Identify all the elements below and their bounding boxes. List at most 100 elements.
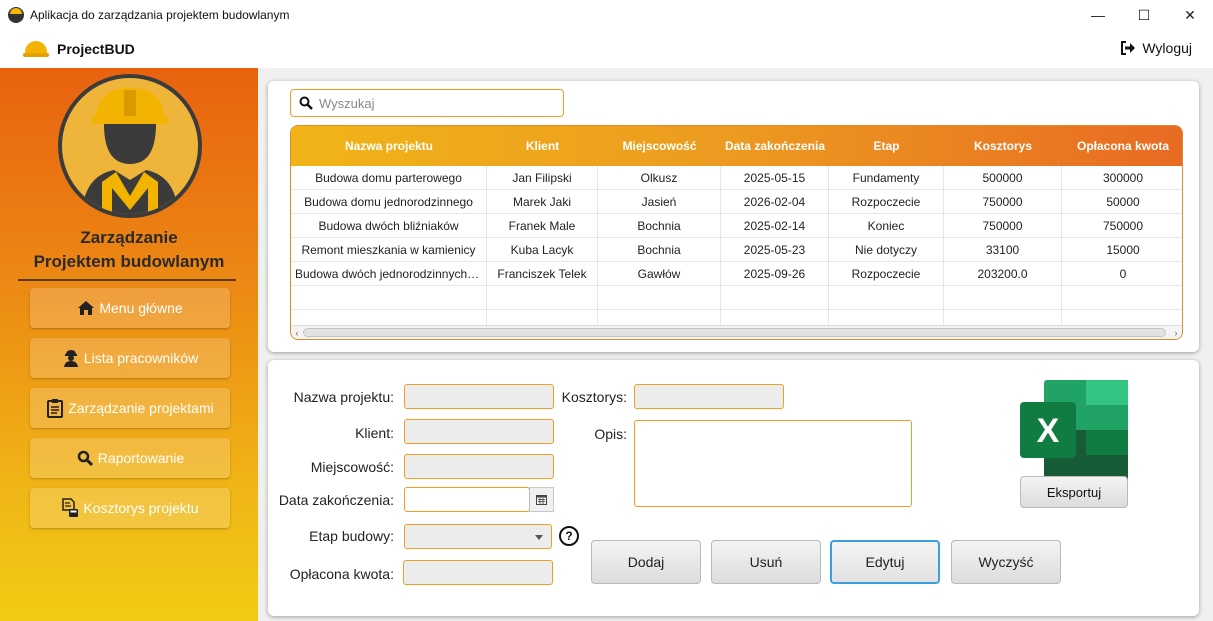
column-header[interactable]: Klient <box>487 126 598 166</box>
add-button[interactable]: Dodaj <box>591 540 701 584</box>
table-header: Nazwa projektu Klient Miejscowość Data zako… <box>291 126 1182 166</box>
excel-export: X Eksportuj <box>1020 380 1128 508</box>
table-cell: Koniec <box>829 214 944 238</box>
export-button[interactable]: Eksportuj <box>1020 476 1128 508</box>
project-name-field[interactable] <box>404 384 554 409</box>
table-row[interactable] <box>291 286 1182 310</box>
sidebar-item-label: Lista pracowników <box>83 350 199 366</box>
clear-button[interactable]: Wyczyść <box>951 540 1061 584</box>
table-row[interactable]: Budowa dwóch bliźniaków Franek Male Bochni… <box>291 214 1182 238</box>
table-cell: 300000 <box>1102 171 1144 185</box>
search-box[interactable] <box>290 89 564 117</box>
horizontal-scrollbar[interactable]: ‹ › <box>291 325 1182 339</box>
date-picker-button[interactable] <box>529 487 554 512</box>
description-textarea[interactable] <box>634 420 912 507</box>
maximize-button[interactable]: ☐ <box>1121 0 1167 30</box>
table-cell: Remont mieszkania w kamienicy <box>291 238 487 262</box>
scrollbar-thumb[interactable] <box>303 328 1166 337</box>
label-end-date: Data zakończenia: <box>278 492 394 508</box>
table-cell: 203200.0 <box>944 262 1062 286</box>
table-cell: 15000 <box>1106 243 1140 257</box>
table-cell: 50000 <box>1106 195 1140 209</box>
scroll-left-icon[interactable]: ‹ <box>291 326 303 339</box>
calendar-icon <box>536 494 547 505</box>
window-controls: — ☐ ✕ <box>1075 0 1213 30</box>
logout-button[interactable]: Wyloguj <box>1120 40 1192 56</box>
table-cell: Budowa dwóch jednorodzinnych domów <box>291 262 487 286</box>
table-cell: 2025-02-14 <box>721 214 829 238</box>
column-header[interactable]: Etap <box>829 126 944 166</box>
excel-letter: X <box>1037 412 1060 450</box>
table-cell: Jasień <box>598 190 721 214</box>
column-header[interactable]: Data zakończenia <box>721 126 829 166</box>
sidebar-item-projects[interactable]: Zarządzanie projektami <box>30 388 230 428</box>
search-input[interactable] <box>319 95 549 111</box>
table-cell: 750000 <box>1102 219 1144 233</box>
town-field[interactable] <box>404 454 554 479</box>
table-cell: Jan Filipski <box>487 166 598 190</box>
estimate-field[interactable] <box>634 384 784 409</box>
sidebar-divider <box>18 279 236 281</box>
help-icon[interactable]: ? <box>559 526 579 546</box>
paid-amount-field[interactable] <box>403 560 553 585</box>
table-cell <box>487 286 598 310</box>
column-header[interactable]: Kosztorys <box>944 126 1062 166</box>
table-cell: 500000 <box>944 166 1062 190</box>
document-calculator-icon <box>61 498 79 517</box>
sidebar-item-estimate[interactable]: Kosztorys projektu <box>30 488 230 528</box>
table-cell: Rozpoczecie <box>829 262 944 286</box>
table-cell: Budowa domu parterowego <box>291 166 487 190</box>
label-description: Opis: <box>594 426 627 442</box>
window-titlebar: Aplikacja do zarządzania projektem budow… <box>0 0 1213 30</box>
delete-button[interactable]: Usuń <box>711 540 821 584</box>
table-row[interactable]: Budowa domu jednorodzinnego Marek Jaki Jas… <box>291 190 1182 214</box>
app-icon <box>8 7 24 23</box>
table-cell: Bochnia <box>598 214 721 238</box>
table-row[interactable]: Budowa domu parterowego Jan Filipski Olkus… <box>291 166 1182 190</box>
table-cell <box>291 286 487 310</box>
table-cell: 33100 <box>944 238 1062 262</box>
table-cell: 2026-02-04 <box>721 190 829 214</box>
worker-avatar-icon <box>58 74 202 218</box>
table-row[interactable]: Remont mieszkania w kamienicy Kuba Lacyk B… <box>291 238 1182 262</box>
minimize-button[interactable]: — <box>1075 0 1121 30</box>
column-header[interactable]: Nazwa projektu <box>291 126 487 166</box>
sidebar-item-main-menu[interactable]: Menu główne <box>30 288 230 328</box>
stage-combobox[interactable] <box>404 524 552 549</box>
table-cell: Marek Jaki <box>487 190 598 214</box>
sidebar-item-employees[interactable]: Lista pracowników <box>30 338 230 378</box>
chevron-down-icon <box>535 535 543 540</box>
sidebar-item-label: Zarządzanie projektami <box>68 400 214 416</box>
sidebar: Zarządzanie Projektem budowlanym Menu gł… <box>0 68 258 621</box>
table-cell: Budowa dwóch bliźniaków <box>291 214 487 238</box>
table-cell <box>1062 286 1182 310</box>
app-header: ProjectBUD Wyloguj <box>0 30 1213 68</box>
table-cell <box>721 286 829 310</box>
label-paid: Opłacona kwota: <box>289 566 394 582</box>
sidebar-item-reports[interactable]: Raportowanie <box>30 438 230 478</box>
end-date-field[interactable] <box>404 487 530 512</box>
clipboard-icon <box>46 399 64 418</box>
worker-icon <box>62 349 80 367</box>
home-icon <box>77 299 95 317</box>
excel-icon[interactable]: X <box>1020 380 1128 480</box>
table-cell: Bochnia <box>598 238 721 262</box>
table-cell: Rozpoczecie <box>829 190 944 214</box>
table-cell: Olkusz <box>598 166 721 190</box>
table-cell: Franciszek Telek <box>487 262 598 286</box>
edit-button[interactable]: Edytuj <box>830 540 940 584</box>
table-cell: 2025-09-26 <box>721 262 829 286</box>
client-field[interactable] <box>404 419 554 444</box>
sidebar-title-line1: Zarządzanie <box>80 228 178 247</box>
label-client: Klient: <box>355 425 394 441</box>
column-header[interactable]: Opłacona kwota <box>1062 126 1182 166</box>
column-header[interactable]: Miejscowość <box>598 126 721 166</box>
label-stage: Etap budowy: <box>309 528 394 544</box>
projects-table-panel: Nazwa projektuKlientMiejscowośćData zako… <box>268 81 1199 352</box>
table-row[interactable]: Budowa dwóch jednorodzinnych domówFranci… <box>291 262 1182 286</box>
scroll-right-icon[interactable]: › <box>1170 326 1182 339</box>
table-body: Budowa domu parterowego Jan Filipski Olkus… <box>291 166 1182 334</box>
logout-label: Wyloguj <box>1142 40 1192 56</box>
label-estimate: Kosztorys: <box>561 389 627 405</box>
close-button[interactable]: ✕ <box>1167 0 1213 30</box>
